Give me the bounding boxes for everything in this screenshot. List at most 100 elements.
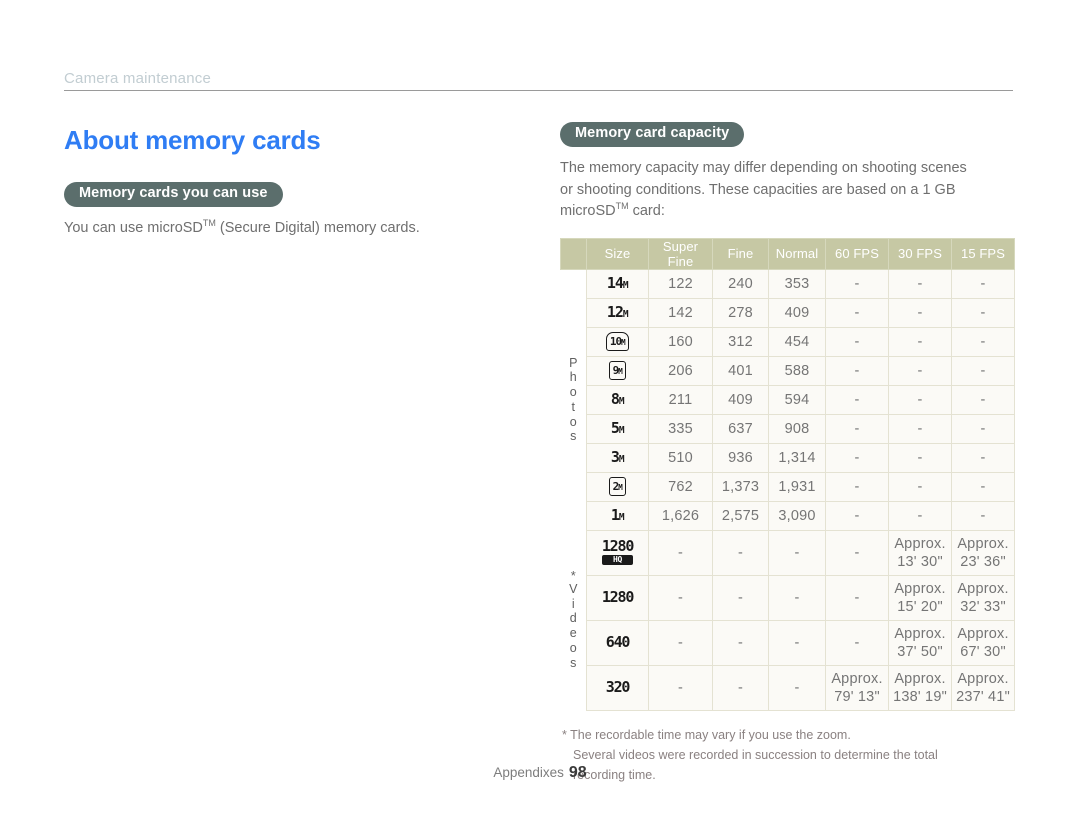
rowgroup-star: * xyxy=(570,568,576,584)
rowgroup-letter: o xyxy=(569,385,577,400)
table-cell: 1,314 xyxy=(768,442,826,473)
table-cell: - xyxy=(888,355,952,386)
table-cell: 637 xyxy=(712,413,769,444)
table-cell-size: 10M xyxy=(586,326,649,357)
footnote-line-2: Several videos were recorded in successi… xyxy=(573,747,938,762)
table-cell: - xyxy=(888,413,952,444)
table-cell-size: 12M xyxy=(586,297,649,328)
rowgroup-letter: h xyxy=(569,370,577,385)
size-badge-unit: M xyxy=(618,395,625,407)
size-badge-320: 320 xyxy=(606,679,631,696)
table-cell: - xyxy=(951,500,1015,531)
table-cell-size: 5M xyxy=(586,413,649,444)
body-text-prefix: You can use microSD xyxy=(64,219,203,236)
table-cell: 1,626 xyxy=(648,500,713,531)
table-cell: - xyxy=(951,326,1015,357)
running-head-rule xyxy=(64,90,1013,91)
approx-line: Approx. xyxy=(894,625,946,642)
section-badge-memory-card-capacity: Memory card capacity xyxy=(560,122,745,147)
trademark-sup: TM xyxy=(202,218,216,229)
table-cell-size: 9M xyxy=(586,355,649,386)
table-cell: - xyxy=(888,500,952,531)
table-cell-size: 320 xyxy=(586,664,649,711)
rowgroup-letter: t xyxy=(571,399,575,414)
table-cell-size: 14M xyxy=(586,268,649,299)
size-badge-12m: 12M xyxy=(606,302,629,321)
table-cell: - xyxy=(768,664,826,711)
size-badge-1280: 1280 HQ xyxy=(601,538,634,566)
table-cell: 3,090 xyxy=(768,500,826,531)
table-cell: 936 xyxy=(712,442,769,473)
table-cell: 1,931 xyxy=(768,471,826,502)
table-cell: - xyxy=(825,574,889,621)
approx-line: Approx. xyxy=(957,580,1009,597)
left-column: About memory cards Memory cards you can … xyxy=(64,125,524,254)
table-cell: 312 xyxy=(712,326,769,357)
table-cell: Approx. 67' 30" xyxy=(951,619,1015,666)
page-number: 98 xyxy=(568,764,587,781)
table-cell: - xyxy=(888,326,952,357)
right-column: Memory card capacity The memory capacity… xyxy=(560,122,1020,785)
table-cell: 594 xyxy=(768,384,826,415)
table-cell: 762 xyxy=(648,471,713,502)
table-cell: - xyxy=(888,297,952,328)
approx-value: Approx. 23' 36" xyxy=(952,535,1014,571)
size-badge-9m: 9M xyxy=(608,361,627,380)
size-badge-value: 12 xyxy=(606,302,624,321)
rowgroup-letter: o xyxy=(569,414,577,429)
rowgroup-letter: e xyxy=(569,626,577,641)
approx-line: 67' 30" xyxy=(960,643,1006,660)
rowgroup-label: Photos xyxy=(561,356,587,445)
approx-line: 13' 30" xyxy=(897,553,943,570)
approx-value: Approx. 138' 19" xyxy=(889,670,951,706)
table-cell: - xyxy=(768,529,826,576)
table-cell: - xyxy=(825,413,889,444)
approx-value: Approx. 237' 41" xyxy=(952,670,1014,706)
table-header-30fps: 30 FPS xyxy=(888,237,952,270)
approx-line: 138' 19" xyxy=(893,688,947,705)
size-badge-value: 14 xyxy=(606,273,624,292)
table-body-videos: * Vi d e o s 1280 HQ - - - - Approx. 13' 30" Approx. 23… xyxy=(560,529,1015,711)
table-header-size: Size xyxy=(586,237,649,270)
memory-cards-you-can-use-section: Memory cards you can use You can use mic… xyxy=(64,182,524,240)
table-cell-size: 8M xyxy=(586,384,649,415)
table-cell: Approx. 138' 19" xyxy=(888,664,952,711)
size-badge-1m: 1M xyxy=(611,507,625,524)
table-cell: 278 xyxy=(712,297,769,328)
capacity-intro-line-3-prefix: microSD xyxy=(560,203,616,220)
table-cell: Approx. 15' 20" xyxy=(888,574,952,621)
size-badge-unit: M xyxy=(622,308,629,320)
table-header-super-fine: Super Fine xyxy=(648,237,713,270)
footnote-text-1: The recordable time may vary if you use … xyxy=(570,727,851,742)
approx-line: Approx. xyxy=(831,670,883,687)
table-cell: 510 xyxy=(648,442,713,473)
table-row: Ph o t o s 14M 122 240 353- - - xyxy=(560,268,1015,531)
table-cell-size: 2M xyxy=(586,471,649,502)
footnote-star: * xyxy=(562,727,567,742)
table-cell: - xyxy=(888,268,952,299)
size-badge-unit: M xyxy=(622,279,629,291)
rowgroup-letter: s xyxy=(570,655,577,670)
table-cell: - xyxy=(951,442,1015,473)
size-badge-quality: HQ xyxy=(601,555,634,566)
capacity-intro-line-2: or shooting conditions. These capacities… xyxy=(560,181,956,198)
table-header-row: Size Super Fine Fine Normal 60 FPS 30 FP… xyxy=(560,237,1015,270)
table-cell: 240 xyxy=(712,268,769,299)
page-title: About memory cards xyxy=(64,125,321,155)
size-badge-640: 640 xyxy=(606,634,631,651)
trademark-sup: TM xyxy=(615,201,629,212)
table-cell: Approx. 237' 41" xyxy=(951,664,1015,711)
table-cell: - xyxy=(648,664,713,711)
table-row: 3M 510 936 1,314- - - xyxy=(561,442,1015,473)
approx-line: Approx. xyxy=(957,625,1009,642)
size-badge-unit: M xyxy=(618,511,625,523)
approx-line: Approx. xyxy=(894,580,946,597)
size-badge-unit: M xyxy=(618,367,623,377)
table-body-photos: Ph o t o s 14M 122 240 353- - -12M 142 278 409- - -10M 1… xyxy=(560,268,1015,531)
table-cell: - xyxy=(712,574,769,621)
table-cell: 2,575 xyxy=(712,500,769,531)
size-badge-5m: 5M xyxy=(611,420,625,437)
table-cell: - xyxy=(648,529,713,576)
table-header-rowgroup-spacer xyxy=(560,237,587,270)
table-cell: 401 xyxy=(712,355,769,386)
